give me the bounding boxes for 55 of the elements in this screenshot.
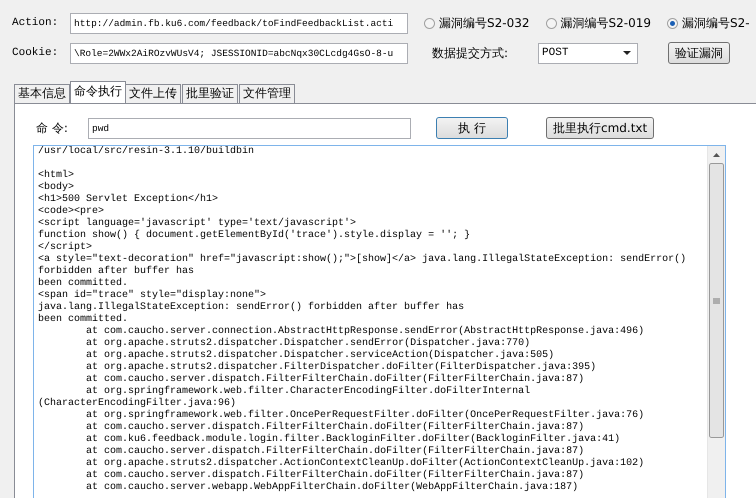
run-button[interactable]: 执 行 bbox=[436, 117, 508, 139]
command-field[interactable]: pwd bbox=[88, 118, 411, 138]
output-line: java.lang.IllegalStateException: sendError() forbidden after buffer has bbox=[38, 302, 466, 314]
tab[interactable]: 批里验证 bbox=[182, 84, 238, 103]
cookie-label: Cookie: bbox=[12, 47, 60, 59]
output-line: at com.caucho.server.dispatch.FilterFilterChain.doFilter(FilterFilterChain.java:87) bbox=[85, 446, 586, 458]
output-line: </script> bbox=[38, 242, 94, 254]
scrollbar[interactable] bbox=[707, 146, 725, 498]
output-line: at com.caucho.server.dispatch.FilterFilterChain.doFilter(FilterFilterChain.java:87) bbox=[85, 422, 586, 434]
action-label: Action: bbox=[12, 17, 60, 29]
output-area[interactable] bbox=[33, 145, 726, 498]
output-line: at com.caucho.server.webapp.WebAppFilterChain.doFilter(WebAppFilterChain.java:187) bbox=[85, 482, 580, 494]
output-line: at org.springframework.web.filter.OncePerRequestFilter.doFilter(OncePerRequestFilter.java:76) bbox=[85, 410, 646, 422]
radio-icon[interactable] bbox=[424, 18, 435, 28]
output-line: <html> bbox=[38, 170, 76, 182]
output-line: been committed. bbox=[38, 314, 130, 326]
output-line: (CharacterEncodingFilter.java:96) bbox=[38, 398, 238, 410]
scroll-thumb[interactable] bbox=[709, 163, 724, 438]
output-line: <body> bbox=[38, 182, 76, 194]
vuln-radio[interactable]: 漏洞编号S2-032 bbox=[424, 14, 530, 32]
output-line: at com.caucho.server.connection.AbstractHttpResponse.sendError(AbstractHttpResponse.java:496) bbox=[85, 326, 646, 338]
output-line: function show() { document.getElementById('trace').style.display = ''; } bbox=[38, 230, 472, 242]
command-label: 命 令: bbox=[35, 120, 69, 136]
output-line: <span id="trace" style="display:none"> bbox=[38, 290, 268, 302]
method-select[interactable]: POST bbox=[538, 42, 638, 64]
output-line: been committed. bbox=[38, 278, 130, 290]
radio-icon[interactable] bbox=[667, 18, 678, 28]
output-line: at org.springframework.web.filter.CharacterEncodingFilter.doFilterInternal bbox=[85, 386, 532, 398]
output-line: at org.apache.struts2.dispatcher.Dispatcher.sendError(Dispatcher.java:770) bbox=[85, 338, 532, 350]
caret-icon bbox=[623, 51, 632, 55]
output-line: <h1>500 Servlet Exception</h1> bbox=[38, 194, 220, 206]
output-line: at org.apache.struts2.dispatcher.FilterDispatcher.doFilter(FilterDispatcher.java:395) bbox=[85, 362, 598, 374]
vuln-radio[interactable]: 漏洞编号S2- bbox=[667, 14, 750, 32]
vuln-radio[interactable]: 漏洞编号S2-019 bbox=[546, 14, 651, 32]
verify-button[interactable]: 验证漏洞 bbox=[668, 42, 730, 64]
scroll-up-icon[interactable] bbox=[713, 153, 720, 157]
cookie-field[interactable]: \Role=2WWx2AiROzvWUsV4; JSESSIONID=abcNqx30CLcdg4GsO-8-u bbox=[70, 42, 408, 64]
output-line: at org.apache.struts2.dispatcher.ActionContextCleanUp.doFilter(ActionContextCleanUp.java:102) bbox=[85, 458, 646, 470]
output-line: /usr/local/src/resin-3.1.10/buildbin bbox=[38, 146, 256, 158]
output-line: at com.caucho.server.dispatch.FilterFilterChain.doFilter(FilterFilterChain.java:87) bbox=[85, 470, 586, 482]
tab[interactable]: 基本信息 bbox=[14, 84, 70, 103]
output-line: <script language='javascript' type='text/javascript'> bbox=[38, 218, 358, 230]
output-line: <a style="text-decoration" href="javascript:show();">[show]</a> java.lang.IllegalStateException: sendError() bbox=[38, 254, 688, 266]
output-line: at com.caucho.server.dispatch.FilterFilterChain.doFilter(FilterFilterChain.java:87) bbox=[85, 374, 586, 386]
tab[interactable]: 命令执行 bbox=[70, 81, 126, 103]
output-line: forbidden after buffer has bbox=[38, 266, 196, 278]
action-field[interactable]: http://admin.fb.ku6.com/feedback/toFindFeedbackList.acti bbox=[70, 12, 408, 34]
method-label: 数据提交方式: bbox=[432, 44, 508, 62]
tab[interactable]: 文件管理 bbox=[239, 84, 295, 103]
tab[interactable]: 文件上传 bbox=[125, 84, 181, 103]
radio-icon[interactable] bbox=[546, 18, 556, 28]
batch-run-button[interactable]: 批里执行cmd.txt bbox=[546, 117, 654, 139]
output-line: <code><pre> bbox=[38, 206, 106, 218]
output-line: at com.ku6.feedback.module.login.filter.BackloginFilter.doFilter(BackloginFilter.java:41) bbox=[85, 434, 622, 446]
output-line: at org.apache.struts2.dispatcher.Dispatcher.serviceAction(Dispatcher.java:505) bbox=[85, 350, 556, 362]
